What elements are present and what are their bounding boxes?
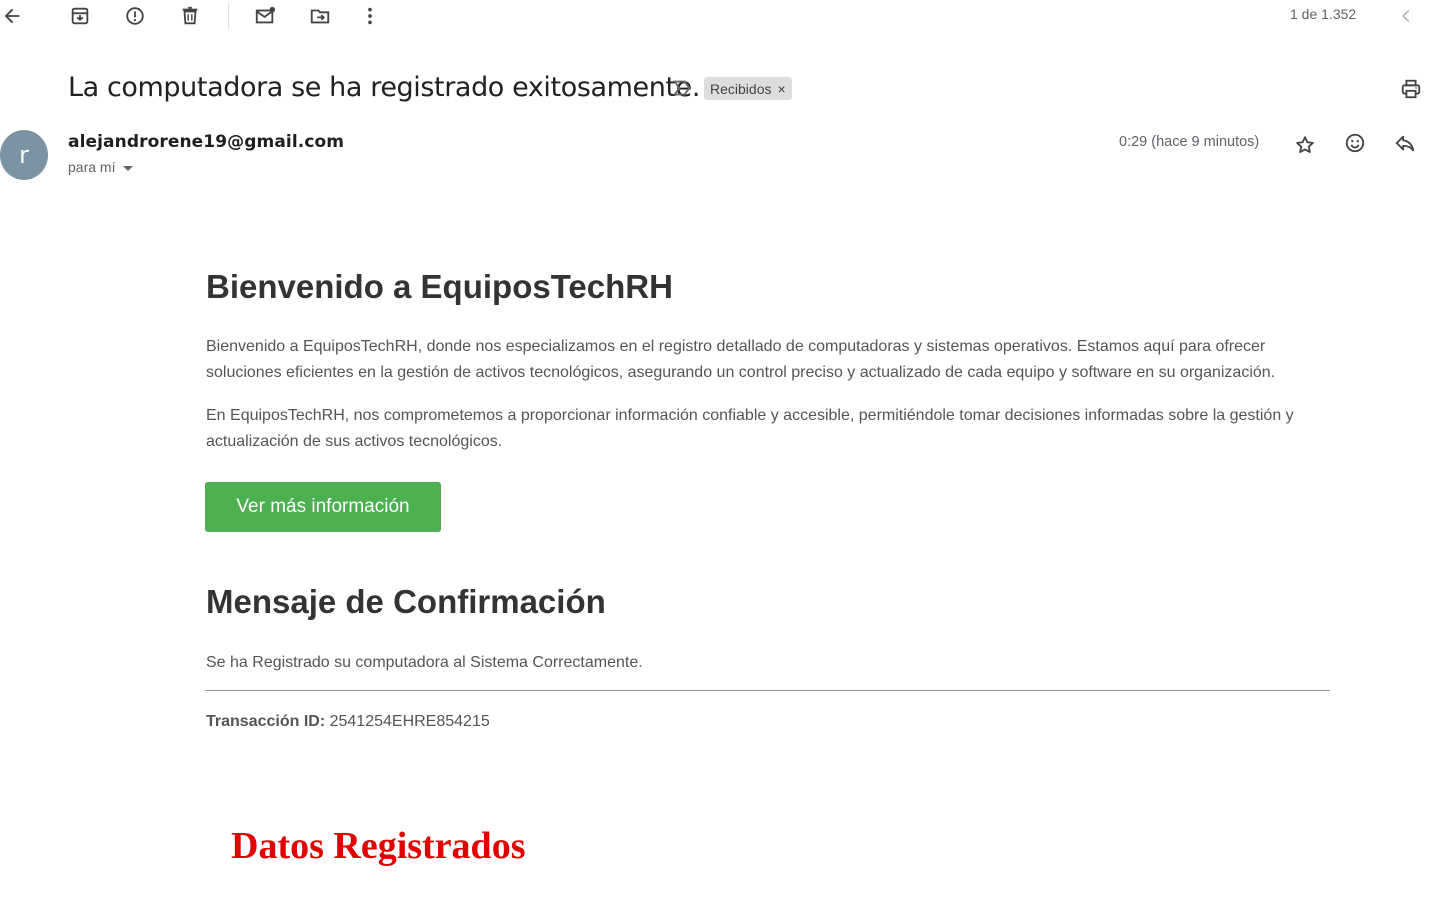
toolbar-divider	[228, 3, 229, 29]
print-icon[interactable]	[1399, 77, 1423, 101]
remove-label-button[interactable]: ×	[777, 81, 785, 97]
welcome-heading: Bienvenido a EquiposTechRH	[206, 268, 673, 305]
emoji-reaction-icon[interactable]	[1343, 131, 1367, 155]
transaction-line: Transacción ID: 2541254EHRE854215	[206, 709, 490, 735]
label-chip: Recibidos ×	[704, 77, 792, 100]
transaction-id: 2541254EHRE854215	[329, 713, 490, 730]
email-subject: La computadora se ha registrado exitosam…	[68, 72, 701, 103]
email-time: 0:29 (hace 9 minutos)	[1119, 134, 1260, 150]
archive-icon[interactable]	[68, 4, 92, 28]
star-icon[interactable]	[1293, 133, 1317, 157]
avatar[interactable]: r	[0, 130, 48, 180]
older-chevron-icon[interactable]	[1394, 4, 1418, 28]
sender-email[interactable]: alejandrorene19@gmail.com	[68, 132, 344, 152]
label-chip-text: Recibidos	[710, 80, 772, 97]
confirmation-heading: Mensaje de Confirmación	[206, 583, 606, 620]
intro-paragraph: Bienvenido a EquiposTechRH, donde nos es…	[206, 338, 1276, 381]
delete-icon[interactable]	[178, 4, 202, 28]
confirmation-text: Se ha Registrado su computadora al Siste…	[206, 654, 643, 671]
commitment-paragraph: En EquiposTechRH, nos comprometemos a pr…	[206, 407, 1294, 450]
recipient-label: para mí	[68, 159, 116, 175]
report-spam-icon[interactable]	[123, 4, 147, 28]
important-marker-icon[interactable]	[670, 76, 694, 100]
recipient-details[interactable]: para mí	[68, 159, 134, 175]
more-options-icon[interactable]	[358, 4, 382, 28]
back-arrow-icon[interactable]	[0, 4, 24, 28]
registered-data-heading: Datos Registrados	[231, 825, 526, 867]
content-divider	[205, 690, 1330, 691]
mark-unread-icon[interactable]	[253, 4, 277, 28]
more-info-button[interactable]: Ver más información	[205, 482, 441, 532]
chevron-down-icon[interactable]	[123, 165, 134, 171]
reply-icon[interactable]	[1393, 132, 1417, 156]
transaction-label: Transacción ID:	[206, 713, 326, 730]
move-to-icon[interactable]	[308, 4, 332, 28]
message-counter: 1 de 1.352	[1290, 6, 1357, 22]
